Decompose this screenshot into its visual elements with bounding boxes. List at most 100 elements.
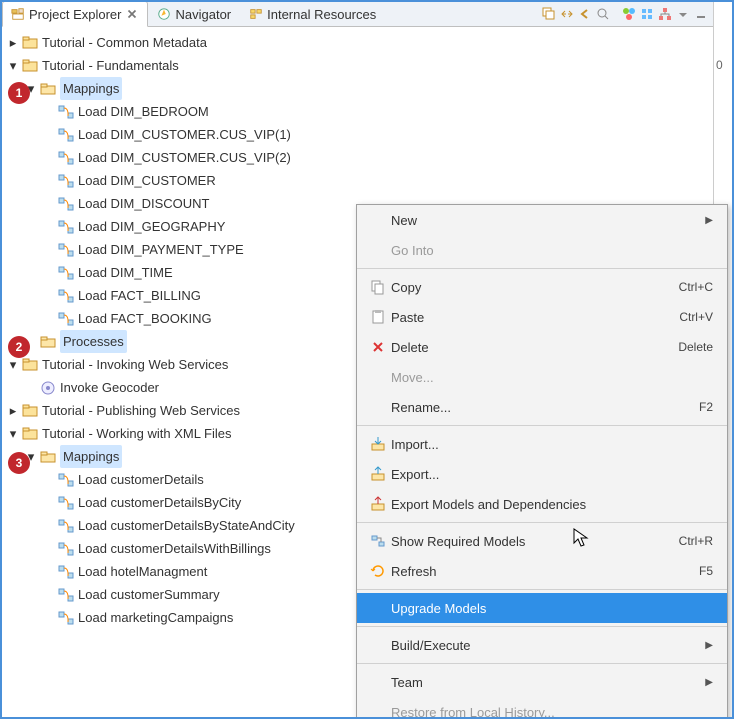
menu-item-restore: Restore from Local History...: [357, 697, 727, 719]
context-menu: New▶ Go Into CopyCtrl+C PasteCtrl+V Dele…: [356, 204, 728, 719]
tree-label: Load customerDetailsWithBillings: [78, 537, 271, 560]
tree-node-mapping[interactable]: Load DIM_CUSTOMER.CUS_VIP(2): [6, 146, 732, 169]
mapping-icon: [58, 472, 74, 488]
tree-node-mapping[interactable]: Load DIM_CUSTOMER.CUS_VIP(1): [6, 123, 732, 146]
tree-label: Load DIM_PAYMENT_TYPE: [78, 238, 244, 261]
tree-node-mapping[interactable]: Load DIM_CUSTOMER: [6, 169, 732, 192]
project-explorer-icon: [11, 7, 25, 21]
tree-label: Tutorial - Common Metadata: [42, 31, 207, 54]
menu-item-refresh[interactable]: RefreshF5: [357, 556, 727, 586]
view-menu-icon[interactable]: [676, 7, 690, 21]
folder-icon: [40, 81, 56, 97]
delete-icon: [370, 339, 386, 355]
collapse-icon[interactable]: ▾: [6, 358, 20, 372]
tab-project-explorer[interactable]: Project Explorer: [2, 1, 148, 27]
folder-icon: [40, 449, 56, 465]
copy-icon: [370, 279, 386, 295]
mapping-icon: [58, 610, 74, 626]
show-required-icon: [370, 533, 386, 549]
annotation-callout-3: 3: [8, 452, 30, 474]
tree-node-folder-mappings[interactable]: ▾Mappings: [6, 77, 732, 100]
tab-navigator[interactable]: Navigator: [148, 1, 240, 27]
collapse-icon[interactable]: ▾: [6, 427, 20, 441]
close-icon[interactable]: [125, 7, 139, 21]
menu-item-rename[interactable]: Rename...F2: [357, 392, 727, 422]
tree-label: Load customerDetailsByStateAndCity: [78, 514, 295, 537]
hierarchy-icon[interactable]: [658, 7, 672, 21]
menu-shortcut: F5: [699, 564, 713, 578]
tree-label: Load hotelManagment: [78, 560, 207, 583]
collapse-all-icon[interactable]: [542, 7, 556, 21]
tree-label: Invoke Geocoder: [60, 376, 159, 399]
mapping-icon: [58, 311, 74, 327]
tree-label: Tutorial - Publishing Web Services: [42, 399, 240, 422]
mapping-icon: [58, 564, 74, 580]
mapping-icon: [58, 288, 74, 304]
menu-item-export-models[interactable]: Export Models and Dependencies: [357, 489, 727, 519]
submenu-arrow-icon: ▶: [705, 215, 713, 226]
mapping-icon: [58, 150, 74, 166]
menu-item-upgrade-models[interactable]: Upgrade Models: [357, 593, 727, 623]
menu-shortcut: Delete: [678, 340, 713, 354]
menu-item-copy[interactable]: CopyCtrl+C: [357, 272, 727, 302]
mapping-icon: [58, 265, 74, 281]
mapping-icon: [58, 173, 74, 189]
tree-node-project[interactable]: ▾ Tutorial - Fundamentals: [6, 54, 732, 77]
menu-separator: [357, 425, 727, 426]
tree-label: Load customerSummary: [78, 583, 220, 606]
tree-label: Load customerDetails: [78, 468, 204, 491]
internal-resources-icon: [249, 7, 263, 21]
menu-shortcut: Ctrl+C: [679, 280, 713, 294]
expand-icon[interactable]: ▸: [6, 36, 20, 50]
link-editor-icon[interactable]: [560, 7, 574, 21]
menu-item-export[interactable]: Export...: [357, 459, 727, 489]
collapse-icon[interactable]: ▾: [6, 59, 20, 73]
project-icon: [22, 35, 38, 51]
menu-item-show-required[interactable]: Show Required ModelsCtrl+R: [357, 526, 727, 556]
project-icon: [22, 403, 38, 419]
menu-item-team[interactable]: Team▶: [357, 667, 727, 697]
focus-task-icon[interactable]: [622, 7, 636, 21]
tree-label: Load FACT_BOOKING: [78, 307, 212, 330]
expand-icon[interactable]: ▸: [6, 404, 20, 418]
folder-icon: [40, 334, 56, 350]
tree-label: Tutorial - Invoking Web Services: [42, 353, 228, 376]
mapping-icon: [58, 541, 74, 557]
tree-label: Load marketingCampaigns: [78, 606, 233, 629]
zoom-icon[interactable]: [596, 7, 610, 21]
menu-item-delete[interactable]: DeleteDelete: [357, 332, 727, 362]
tree-label: Load DIM_BEDROOM: [78, 100, 209, 123]
paste-icon: [370, 309, 386, 325]
mapping-icon: [58, 242, 74, 258]
menu-separator: [357, 268, 727, 269]
tree-node-project[interactable]: ▸ Tutorial - Common Metadata: [6, 31, 732, 54]
mapping-icon: [58, 518, 74, 534]
project-icon: [22, 426, 38, 442]
export-models-icon: [370, 496, 386, 512]
window-root: Project Explorer Navigator Internal Reso…: [0, 0, 734, 719]
menu-shortcut: Ctrl+V: [679, 310, 713, 324]
tree-label: Load DIM_GEOGRAPHY: [78, 215, 225, 238]
mapping-icon: [58, 196, 74, 212]
menu-item-import[interactable]: Import...: [357, 429, 727, 459]
project-icon: [22, 58, 38, 74]
menu-item-build-execute[interactable]: Build/Execute▶: [357, 630, 727, 660]
tab-internal-resources[interactable]: Internal Resources: [240, 1, 385, 27]
process-icon: [40, 380, 56, 396]
menu-separator: [357, 663, 727, 664]
tree-label: Tutorial - Fundamentals: [42, 54, 179, 77]
submenu-arrow-icon: ▶: [705, 677, 713, 688]
filter-icon[interactable]: [640, 7, 654, 21]
tree-node-mapping[interactable]: Load DIM_BEDROOM: [6, 100, 732, 123]
menu-item-paste[interactable]: PasteCtrl+V: [357, 302, 727, 332]
tab-label: Project Explorer: [29, 7, 121, 22]
tree-label: Load FACT_BILLING: [78, 284, 201, 307]
back-icon[interactable]: [578, 7, 592, 21]
mapping-icon: [58, 104, 74, 120]
menu-shortcut: F2: [699, 400, 713, 414]
tree-label: Load DIM_CUSTOMER.CUS_VIP(2): [78, 146, 291, 169]
navigator-icon: [157, 7, 171, 21]
menu-item-new[interactable]: New▶: [357, 205, 727, 235]
minimize-icon[interactable]: [694, 7, 708, 21]
view-tabs: Project Explorer Navigator Internal Reso…: [2, 2, 732, 27]
